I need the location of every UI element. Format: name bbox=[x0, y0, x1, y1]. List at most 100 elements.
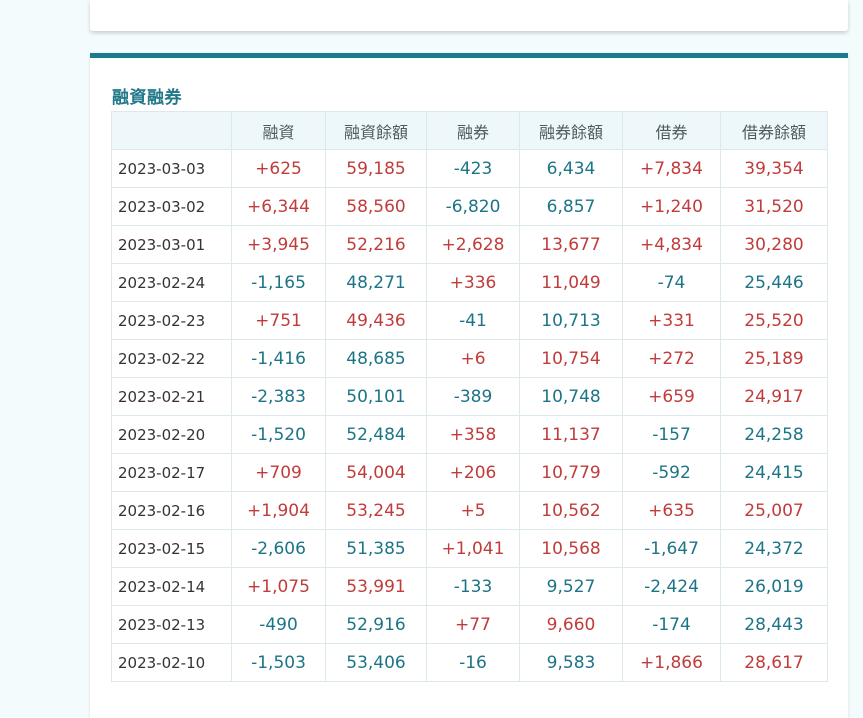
previous-panel-card bbox=[90, 0, 848, 31]
cell-date: 2023-02-23 bbox=[111, 301, 232, 340]
cell-lending-change: +1,240 bbox=[622, 187, 721, 226]
table-row: 2023-02-17 +709 54,004 +206 10,779 -592 24,415 bbox=[111, 453, 828, 492]
cell-margin-balance: 53,991 bbox=[325, 567, 427, 606]
cell-lending-balance: 26,019 bbox=[720, 567, 828, 606]
cell-date: 2023-02-21 bbox=[111, 377, 232, 416]
cell-margin-balance: 48,685 bbox=[325, 339, 427, 378]
cell-short-balance: 6,434 bbox=[519, 149, 623, 188]
cell-margin-change: -1,520 bbox=[231, 415, 326, 454]
cell-date: 2023-02-17 bbox=[111, 453, 232, 492]
cell-short-change: +336 bbox=[426, 263, 520, 302]
header-date bbox=[111, 111, 232, 150]
cell-margin-balance: 53,245 bbox=[325, 491, 427, 530]
cell-short-balance: 10,779 bbox=[519, 453, 623, 492]
cell-lending-change: +331 bbox=[622, 301, 721, 340]
table-row: 2023-02-23 +751 49,436 -41 10,713 +331 25,520 bbox=[111, 301, 828, 340]
cell-lending-balance: 30,280 bbox=[720, 225, 828, 264]
cell-margin-change: -2,606 bbox=[231, 529, 326, 568]
cell-margin-change: +1,904 bbox=[231, 491, 326, 530]
cell-lending-balance: 25,446 bbox=[720, 263, 828, 302]
cell-lending-balance: 39,354 bbox=[720, 149, 828, 188]
cell-margin-change: -1,165 bbox=[231, 263, 326, 302]
cell-margin-change: +1,075 bbox=[231, 567, 326, 606]
table-row: 2023-02-14 +1,075 53,991 -133 9,527 -2,424 26,… bbox=[111, 567, 828, 606]
cell-short-balance: 11,137 bbox=[519, 415, 623, 454]
table-row: 2023-02-21 -2,383 50,101 -389 10,748 +659 24,9… bbox=[111, 377, 828, 416]
cell-short-balance: 13,677 bbox=[519, 225, 623, 264]
table-row: 2023-02-16 +1,904 53,245 +5 10,562 +635 25,007 bbox=[111, 491, 828, 530]
cell-date: 2023-02-22 bbox=[111, 339, 232, 378]
margin-trading-panel: 融資融券 融資 融資餘額 融券 融券餘額 借券 借券餘額 2023-03-03 +… bbox=[90, 53, 848, 718]
cell-lending-change: -157 bbox=[622, 415, 721, 454]
cell-short-balance: 10,568 bbox=[519, 529, 623, 568]
cell-margin-balance: 49,436 bbox=[325, 301, 427, 340]
cell-short-change: +358 bbox=[426, 415, 520, 454]
cell-short-balance: 10,562 bbox=[519, 491, 623, 530]
cell-date: 2023-03-03 bbox=[111, 149, 232, 188]
cell-lending-balance: 25,189 bbox=[720, 339, 828, 378]
panel-title: 融資融券 bbox=[112, 88, 182, 108]
cell-short-change: +5 bbox=[426, 491, 520, 530]
cell-lending-balance: 25,007 bbox=[720, 491, 828, 530]
cell-short-balance: 10,748 bbox=[519, 377, 623, 416]
cell-short-balance: 9,660 bbox=[519, 605, 623, 644]
cell-short-change: +6 bbox=[426, 339, 520, 378]
cell-short-balance: 11,049 bbox=[519, 263, 623, 302]
table-row: 2023-02-13 -490 52,916 +77 9,660 -174 28,443 bbox=[111, 605, 828, 644]
cell-short-change: +2,628 bbox=[426, 225, 520, 264]
cell-margin-change: +3,945 bbox=[231, 225, 326, 264]
cell-short-change: -133 bbox=[426, 567, 520, 606]
cell-margin-change: +6,344 bbox=[231, 187, 326, 226]
cell-lending-change: +1,866 bbox=[622, 643, 721, 682]
cell-margin-balance: 53,406 bbox=[325, 643, 427, 682]
cell-short-change: -389 bbox=[426, 377, 520, 416]
cell-margin-balance: 54,004 bbox=[325, 453, 427, 492]
cell-date: 2023-02-13 bbox=[111, 605, 232, 644]
cell-lending-change: -174 bbox=[622, 605, 721, 644]
table-row: 2023-02-24 -1,165 48,271 +336 11,049 -74 25,44… bbox=[111, 263, 828, 302]
cell-lending-change: +4,834 bbox=[622, 225, 721, 264]
cell-margin-balance: 59,185 bbox=[325, 149, 427, 188]
cell-date: 2023-02-24 bbox=[111, 263, 232, 302]
cell-short-change: -16 bbox=[426, 643, 520, 682]
cell-margin-balance: 58,560 bbox=[325, 187, 427, 226]
cell-date: 2023-02-14 bbox=[111, 567, 232, 606]
table-row: 2023-02-10 -1,503 53,406 -16 9,583 +1,866 28,6… bbox=[111, 643, 828, 682]
cell-lending-balance: 28,617 bbox=[720, 643, 828, 682]
table-row: 2023-02-15 -2,606 51,385 +1,041 10,568 -1,647… bbox=[111, 529, 828, 568]
cell-short-balance: 10,754 bbox=[519, 339, 623, 378]
cell-lending-change: -1,647 bbox=[622, 529, 721, 568]
cell-lending-change: -74 bbox=[622, 263, 721, 302]
header-margin-balance: 融資餘額 bbox=[325, 111, 427, 150]
cell-margin-change: +709 bbox=[231, 453, 326, 492]
table-header-row: 融資 融資餘額 融券 融券餘額 借券 借券餘額 bbox=[111, 111, 828, 150]
cell-short-balance: 9,583 bbox=[519, 643, 623, 682]
cell-margin-balance: 48,271 bbox=[325, 263, 427, 302]
cell-lending-change: -592 bbox=[622, 453, 721, 492]
cell-date: 2023-02-16 bbox=[111, 491, 232, 530]
cell-lending-balance: 24,415 bbox=[720, 453, 828, 492]
header-short: 融券 bbox=[426, 111, 520, 150]
cell-margin-change: -1,503 bbox=[231, 643, 326, 682]
cell-short-balance: 6,857 bbox=[519, 187, 623, 226]
cell-lending-balance: 31,520 bbox=[720, 187, 828, 226]
cell-lending-balance: 24,258 bbox=[720, 415, 828, 454]
cell-short-change: +77 bbox=[426, 605, 520, 644]
header-lending: 借券 bbox=[622, 111, 721, 150]
cell-margin-balance: 52,916 bbox=[325, 605, 427, 644]
cell-margin-change: -2,383 bbox=[231, 377, 326, 416]
table-row: 2023-03-03 +625 59,185 -423 6,434 +7,834 39,35… bbox=[111, 149, 828, 188]
cell-date: 2023-02-10 bbox=[111, 643, 232, 682]
cell-margin-change: -490 bbox=[231, 605, 326, 644]
cell-date: 2023-02-20 bbox=[111, 415, 232, 454]
cell-short-balance: 10,713 bbox=[519, 301, 623, 340]
cell-margin-change: +751 bbox=[231, 301, 326, 340]
cell-lending-balance: 24,917 bbox=[720, 377, 828, 416]
cell-margin-change: -1,416 bbox=[231, 339, 326, 378]
table-row: 2023-03-02 +6,344 58,560 -6,820 6,857 +1,240 3… bbox=[111, 187, 828, 226]
cell-date: 2023-03-02 bbox=[111, 187, 232, 226]
cell-lending-balance: 25,520 bbox=[720, 301, 828, 340]
cell-date: 2023-03-01 bbox=[111, 225, 232, 264]
cell-short-change: -6,820 bbox=[426, 187, 520, 226]
margin-trading-table: 融資 融資餘額 融券 融券餘額 借券 借券餘額 2023-03-03 +625 59… bbox=[111, 111, 828, 682]
